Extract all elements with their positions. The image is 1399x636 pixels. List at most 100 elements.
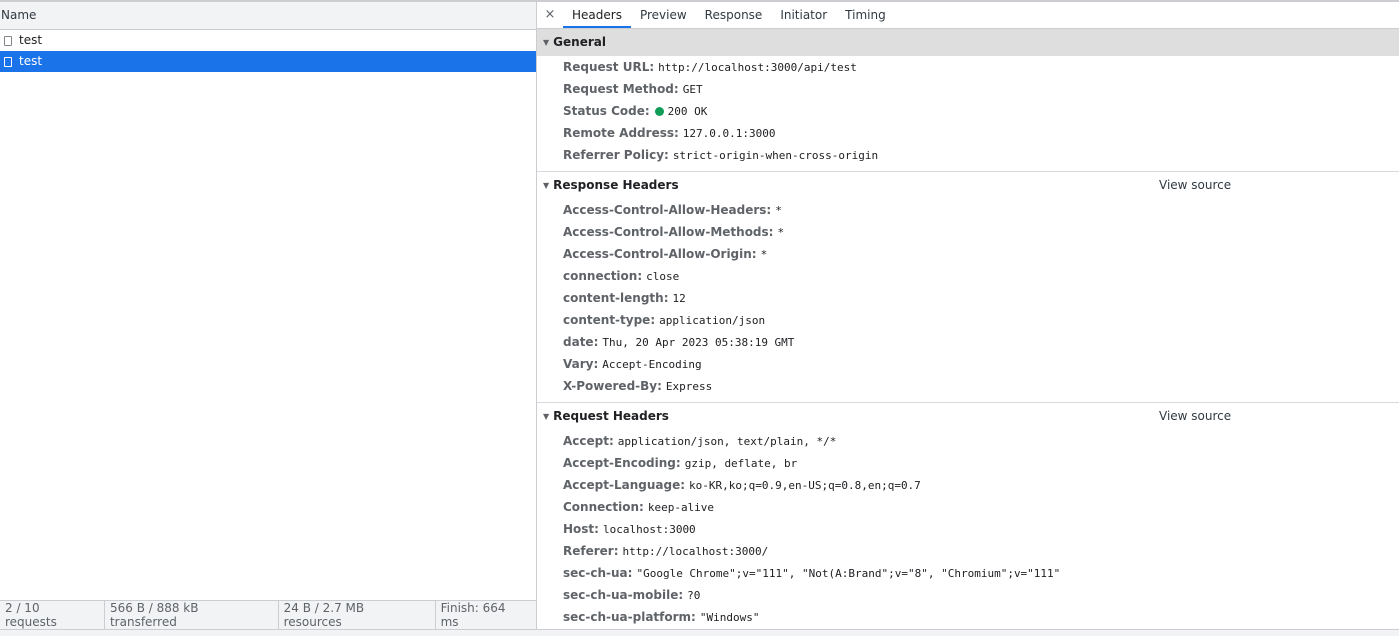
- header-row: Status Code: 200 OK: [537, 100, 1399, 122]
- header-row: X-Powered-By: Express: [537, 375, 1399, 397]
- header-value: gzip, deflate, br: [684, 457, 798, 470]
- header-key: Request Method:: [563, 82, 679, 96]
- view-source-link[interactable]: View source: [1159, 403, 1231, 430]
- header-value: http://localhost:3000/: [622, 545, 769, 558]
- header-key: Status Code:: [563, 104, 650, 118]
- header-row: content-length: 12: [537, 287, 1399, 309]
- header-row: Connection: keep-alive: [537, 496, 1399, 518]
- header-row: Accept-Language: ko-KR,ko;q=0.9,en-US;q=0…: [537, 474, 1399, 496]
- request-details-panel: × Headers Preview Response Initiator Tim…: [537, 2, 1399, 629]
- request-row-selected[interactable]: test: [0, 51, 536, 72]
- header-row: Accept-Encoding: gzip, deflate, br: [537, 452, 1399, 474]
- header-key: X-Powered-By:: [563, 379, 662, 393]
- header-value: Express: [665, 380, 713, 393]
- header-key: Referer:: [563, 544, 619, 558]
- header-key: Accept-Encoding:: [563, 456, 681, 470]
- header-row: Access-Control-Allow-Methods: *: [537, 221, 1399, 243]
- triangle-down-icon: ▼: [543, 181, 550, 190]
- header-row: Vary: Accept-Encoding: [537, 353, 1399, 375]
- document-icon: [4, 56, 12, 67]
- header-key: connection:: [563, 269, 643, 283]
- tab-timing[interactable]: Timing: [836, 2, 895, 28]
- header-row: Remote Address: 127.0.0.1:3000: [537, 122, 1399, 144]
- header-value: Accept-Encoding: [602, 358, 702, 371]
- request-list-panel: Name test test 2 / 10 requests 566 B / 8…: [0, 2, 537, 629]
- header-row: sec-ch-ua-platform: "Windows": [537, 606, 1399, 628]
- header-value: ?0: [687, 589, 701, 602]
- header-key: date:: [563, 335, 599, 349]
- name-column-header[interactable]: Name: [0, 2, 536, 30]
- tab-response[interactable]: Response: [696, 2, 772, 28]
- header-row: date: Thu, 20 Apr 2023 05:38:19 GMT: [537, 331, 1399, 353]
- section-title: Response Headers: [553, 178, 679, 192]
- response-headers-section-header[interactable]: ▼ Response Headers View source: [537, 172, 1399, 199]
- header-row: Request Method: GET: [537, 78, 1399, 100]
- header-key: Connection:: [563, 500, 644, 514]
- header-value: http://localhost:3000/api/test: [658, 61, 857, 74]
- request-name: test: [19, 33, 43, 47]
- name-column-label: Name: [1, 8, 37, 22]
- header-key: sec-ch-ua:: [563, 566, 633, 580]
- view-source-link[interactable]: View source: [1159, 172, 1231, 199]
- status-dot-icon: [654, 107, 664, 116]
- header-row: content-type: application/json: [537, 309, 1399, 331]
- close-icon[interactable]: ×: [537, 2, 563, 28]
- header-value: localhost:3000: [602, 523, 696, 536]
- summary-requests: 2 / 10 requests: [0, 601, 105, 629]
- header-key: Referrer Policy:: [563, 148, 669, 162]
- general-section-header[interactable]: ▼ General: [537, 29, 1399, 56]
- section-title: General: [553, 35, 606, 49]
- header-value: keep-alive: [647, 501, 715, 514]
- header-value: *: [760, 248, 768, 261]
- header-value: "Google Chrome";v="111", "Not(A:Brand";v…: [636, 567, 1061, 580]
- header-value: strict-origin-when-cross-origin: [672, 149, 879, 162]
- header-key: Request URL:: [563, 60, 655, 74]
- header-row: Accept: application/json, text/plain, */*: [537, 430, 1399, 452]
- header-value: "Windows": [699, 611, 760, 624]
- triangle-down-icon: ▼: [543, 38, 550, 47]
- summary-resources: 24 B / 2.7 MB resources: [279, 601, 436, 629]
- header-row: Access-Control-Allow-Headers: *: [537, 199, 1399, 221]
- header-value: 12: [672, 292, 686, 305]
- tab-headers[interactable]: Headers: [563, 2, 631, 28]
- tab-initiator[interactable]: Initiator: [771, 2, 836, 28]
- header-key: content-type:: [563, 313, 656, 327]
- header-key: Vary:: [563, 357, 599, 371]
- header-row: Access-Control-Allow-Origin: *: [537, 243, 1399, 265]
- request-row[interactable]: test: [0, 30, 536, 51]
- header-row: sec-ch-ua: "Google Chrome";v="111", "Not(…: [537, 562, 1399, 584]
- general-section: ▼ General Request URL: http://localhost:30…: [537, 29, 1399, 172]
- request-headers-section: ▼ Request Headers View source Accept: appl…: [537, 403, 1399, 629]
- header-key: sec-ch-ua-mobile:: [563, 588, 684, 602]
- header-value: GET: [682, 83, 703, 96]
- header-value: *: [777, 226, 785, 239]
- triangle-down-icon: ▼: [543, 412, 550, 421]
- header-key: Accept-Language:: [563, 478, 686, 492]
- tab-preview[interactable]: Preview: [631, 2, 696, 28]
- header-row: Host: localhost:3000: [537, 518, 1399, 540]
- header-key: Host:: [563, 522, 599, 536]
- header-value: application/json: [659, 314, 766, 327]
- header-key: Access-Control-Allow-Headers:: [563, 203, 772, 217]
- summary-finish: Finish: 664 ms: [440, 601, 506, 629]
- header-value: ko-KR,ko;q=0.9,en-US;q=0.8,en;q=0.7: [689, 479, 921, 492]
- request-name: test: [19, 54, 43, 68]
- request-headers-section-header[interactable]: ▼ Request Headers View source: [537, 403, 1399, 430]
- status-summary-bar: 2 / 10 requests 566 B / 888 kB transferr…: [0, 600, 536, 629]
- header-row: Referrer Policy: strict-origin-when-cross…: [537, 144, 1399, 166]
- header-value: 127.0.0.1:3000: [682, 127, 776, 140]
- header-key: Access-Control-Allow-Methods:: [563, 225, 774, 239]
- header-key: Accept:: [563, 434, 614, 448]
- header-key: Remote Address:: [563, 126, 679, 140]
- header-row: connection: close: [537, 265, 1399, 287]
- header-value: *: [775, 204, 782, 217]
- header-value: close: [646, 270, 680, 283]
- details-tab-bar: × Headers Preview Response Initiator Tim…: [537, 2, 1399, 29]
- document-icon: [4, 35, 12, 46]
- section-title: Request Headers: [553, 409, 669, 423]
- header-row: Referer: http://localhost:3000/: [537, 540, 1399, 562]
- header-key: content-length:: [563, 291, 669, 305]
- header-value: 200 OK: [667, 105, 708, 118]
- header-key: sec-ch-ua-platform:: [563, 610, 696, 624]
- summary-transferred: 566 B / 888 kB transferred: [105, 601, 279, 629]
